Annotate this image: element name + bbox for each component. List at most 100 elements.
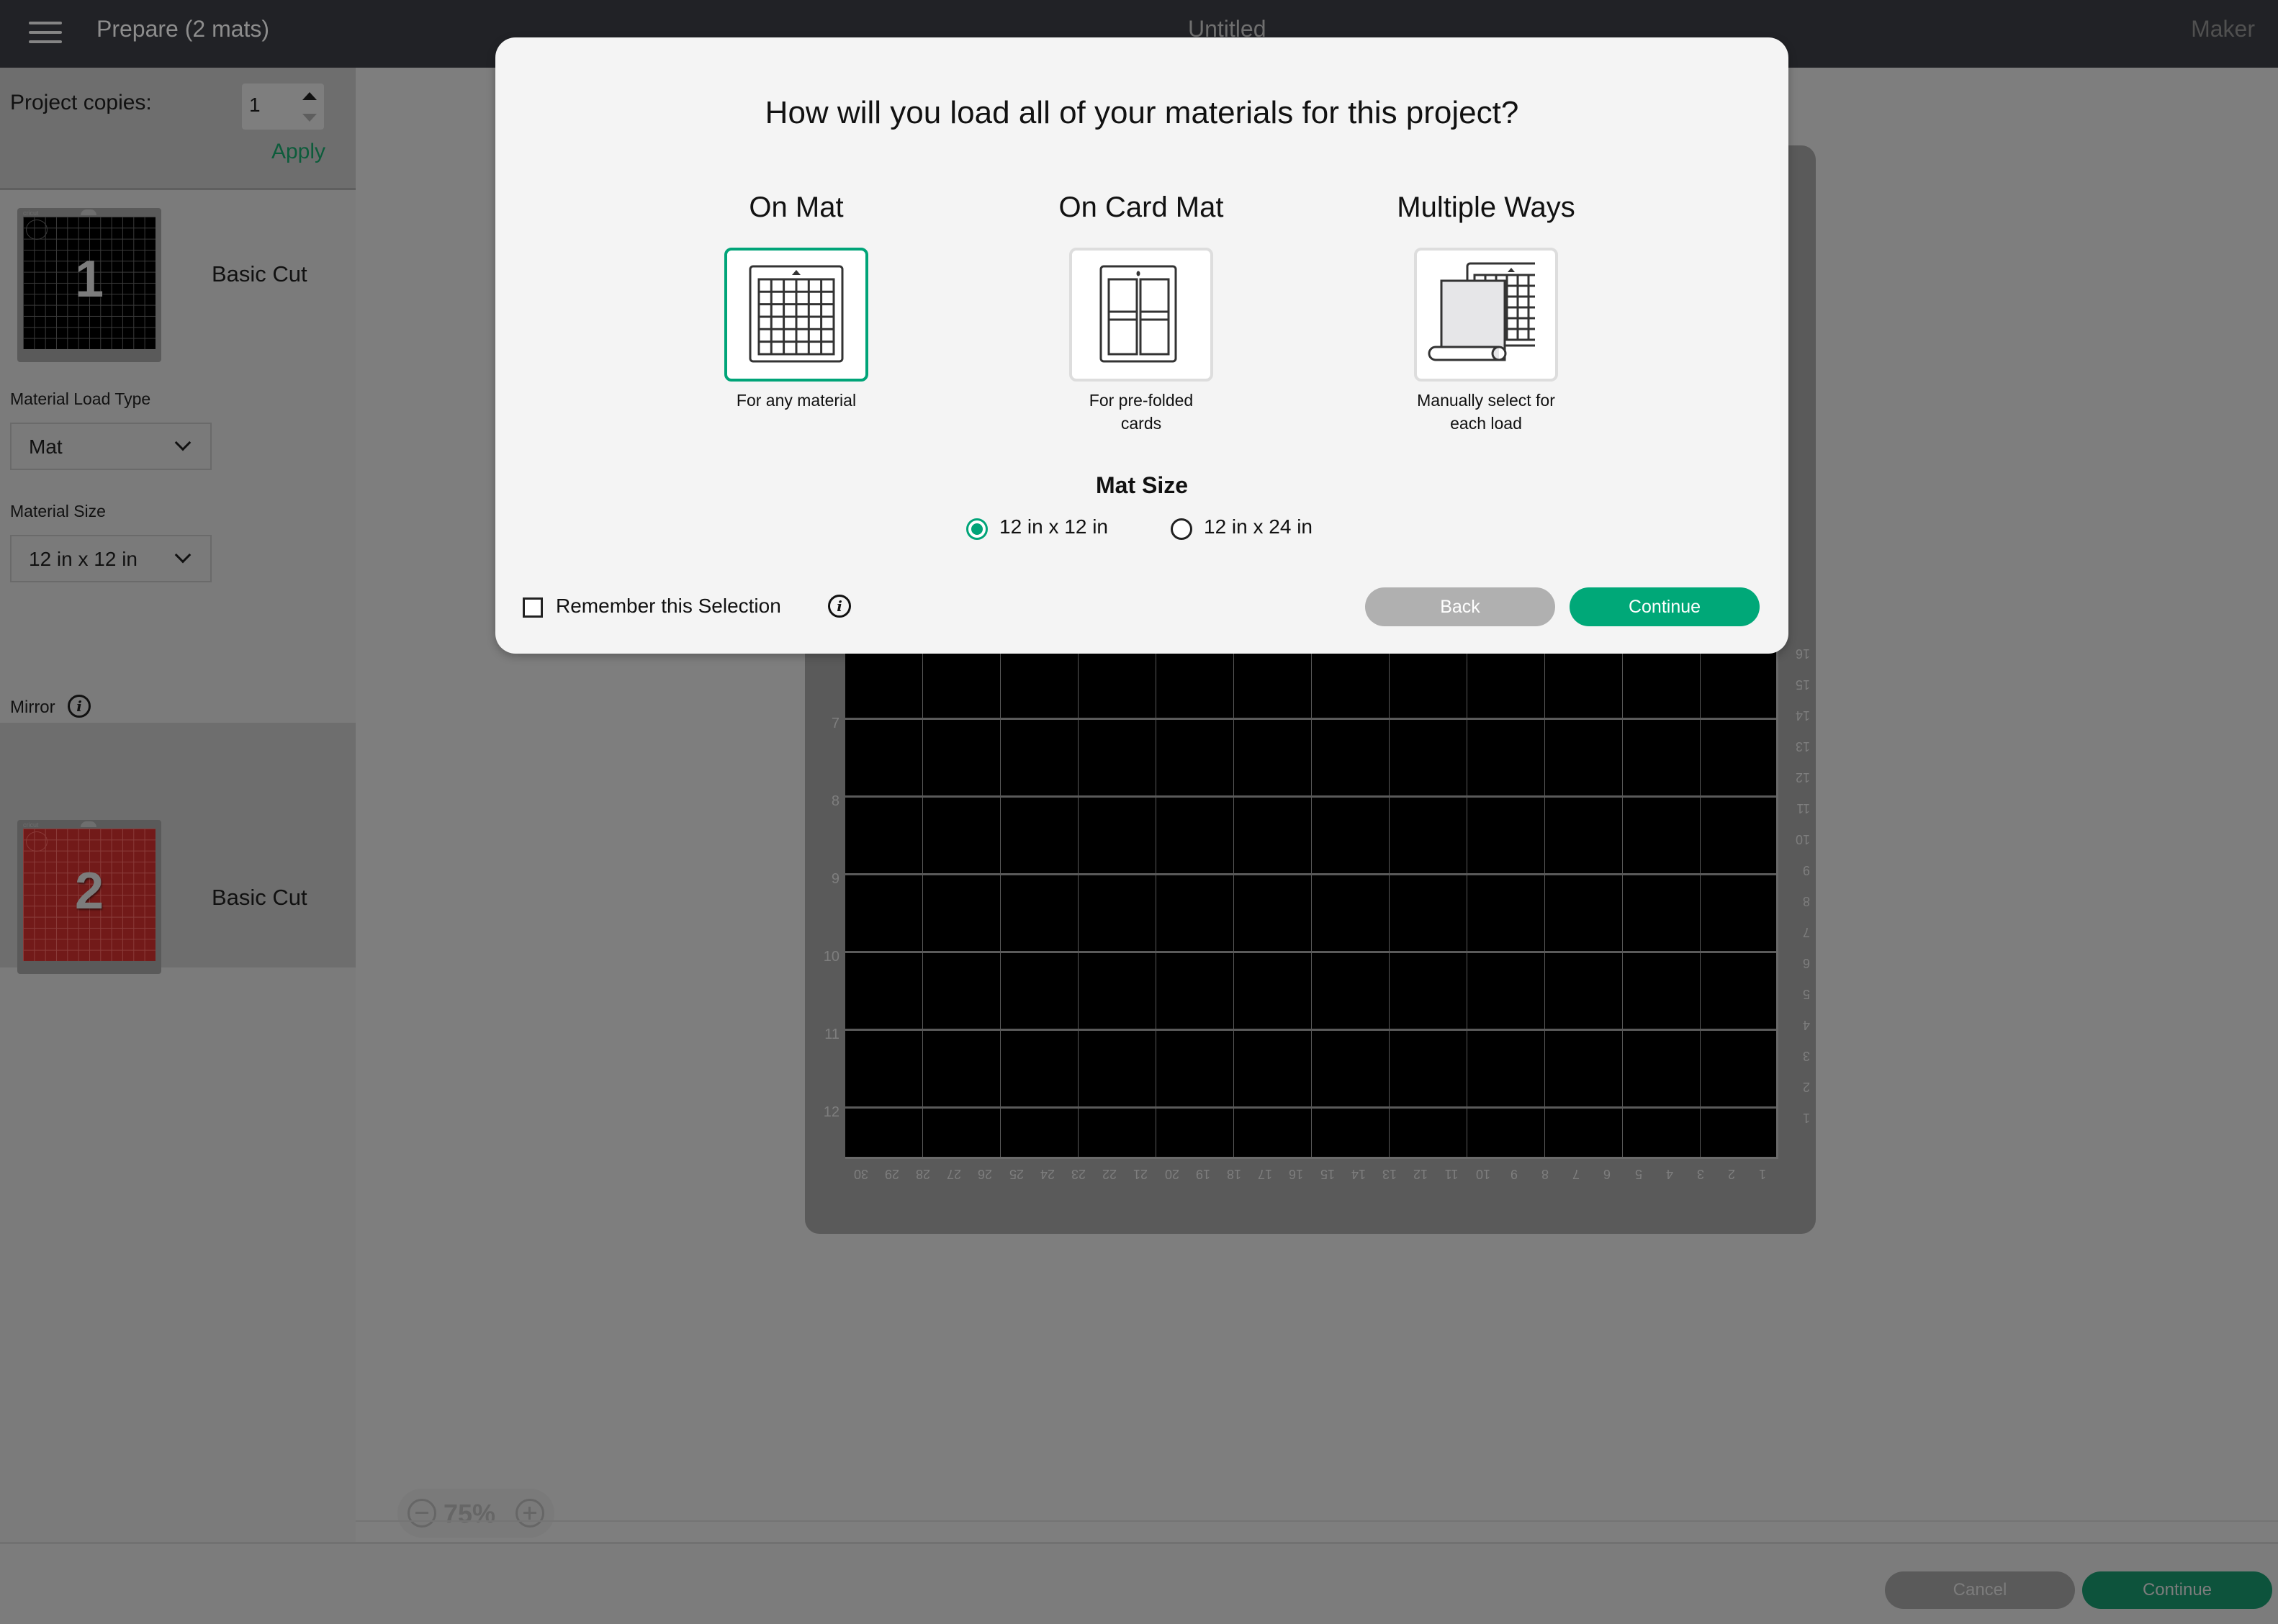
footer-bar: Cancel Continue	[0, 1542, 2278, 1624]
radio-label[interactable]: 12 in x 24 in	[1204, 515, 1313, 538]
mat-thumbnail[interactable]: cricut 1	[17, 208, 161, 362]
mat-operation: Basic Cut	[212, 885, 307, 910]
ruler-label: 28	[915, 1167, 931, 1181]
material-load-type-value: Mat	[29, 436, 63, 458]
ruler-label: 30	[853, 1167, 868, 1181]
cancel-button[interactable]: Cancel	[1885, 1571, 2075, 1609]
ruler-label: 1	[1759, 1167, 1767, 1181]
info-icon[interactable]: i	[828, 595, 851, 618]
ruler-label: 29	[884, 1167, 899, 1181]
ruler-label: 8	[1802, 894, 1810, 908]
option-description: Manually select for each load	[1417, 391, 1555, 433]
ruler-label: 11	[1796, 801, 1810, 816]
zoom-level: 75%	[444, 1499, 496, 1528]
dialog-heading: How will you load all of your materials …	[765, 95, 1519, 130]
mat-number: 2	[74, 862, 104, 920]
mat-thumbnail[interactable]: cricut 2	[17, 820, 161, 974]
ruler-label: 13	[1382, 1167, 1397, 1181]
increment-arrow-icon[interactable]	[302, 92, 317, 100]
ruler-label: 10	[823, 949, 839, 965]
load-materials-dialog: How will you load all of your materials …	[495, 37, 1788, 654]
ruler-label: 15	[1320, 1167, 1335, 1181]
option-multiple-ways-button[interactable]	[1414, 248, 1558, 382]
ruler-label: 20	[1164, 1167, 1179, 1181]
mat-card: cricut 1 Basic Cut Material Load Type Ma…	[0, 192, 356, 791]
zoom-out-icon[interactable]	[408, 1499, 436, 1528]
apply-button[interactable]: Apply	[271, 140, 325, 164]
material-size-select[interactable]: 12 in x 12 in	[10, 535, 212, 582]
mat-tab	[81, 209, 96, 215]
ruler-label: 14	[1795, 708, 1810, 723]
hamburger-menu-icon[interactable]	[29, 22, 62, 43]
ruler-label: 16	[1795, 646, 1810, 661]
project-copies-stepper[interactable]: 1	[242, 84, 324, 130]
ruler-label: 9	[831, 871, 839, 887]
mat-sidebar: Project copies: 1 Apply cricut 1 Basic C…	[0, 68, 356, 1542]
decrement-arrow-icon[interactable]	[302, 114, 317, 122]
zoom-control: 75%	[397, 1489, 554, 1538]
mat-size-radio-12x24[interactable]: 12 in x 24 in	[1171, 514, 1315, 543]
mat-grid-icon	[749, 265, 844, 363]
radio-button[interactable]	[1171, 518, 1192, 540]
ruler-label: 19	[1195, 1167, 1210, 1181]
project-copies-section: Project copies: 1 Apply	[0, 68, 356, 190]
continue-button[interactable]: Continue	[2082, 1571, 2272, 1609]
ruler-label: 4	[1802, 1018, 1810, 1032]
option-description: For any material	[736, 391, 857, 410]
option-description: For pre-folded cards	[1089, 391, 1194, 433]
ruler-label: 2	[1728, 1167, 1736, 1181]
mat-size-title: Mat Size	[1095, 472, 1189, 498]
remember-selection-label[interactable]: Remember this Selection	[556, 595, 781, 618]
ruler-label: 11	[824, 1027, 839, 1042]
machine-name[interactable]: Maker	[2191, 16, 2255, 42]
option-on-mat-button[interactable]	[724, 248, 868, 382]
divider	[356, 1520, 2278, 1522]
ruler-label: 10	[1475, 1167, 1490, 1181]
ruler-label: 23	[1071, 1167, 1086, 1181]
ruler-label: 7	[1572, 1167, 1580, 1181]
project-copies-value[interactable]: 1	[249, 94, 261, 117]
ruler-label: 1	[1802, 1111, 1810, 1125]
ruler-label: 8	[831, 793, 839, 809]
ruler-label: 5	[1802, 987, 1810, 1001]
ruler-label: 25	[1009, 1167, 1024, 1181]
mirror-label: Mirror	[10, 698, 55, 717]
design-shape	[26, 220, 48, 240]
ruler-label: 12	[1413, 1167, 1428, 1181]
zoom-in-icon[interactable]	[516, 1499, 544, 1528]
mat-tab	[81, 821, 96, 827]
ruler-label: 14	[1351, 1167, 1366, 1181]
ruler-label: 12	[823, 1104, 839, 1120]
ruler-label: 15	[1795, 677, 1810, 692]
back-button[interactable]: Back	[1365, 587, 1555, 626]
card-mat-icon	[1099, 265, 1177, 363]
ruler-label: 27	[947, 1167, 962, 1181]
radio-button[interactable]	[966, 518, 988, 540]
option-multiple-ways: Multiple Ways Manually select for each l…	[1335, 191, 1637, 435]
ruler-label: 16	[1289, 1167, 1304, 1181]
design-shape	[26, 831, 48, 852]
radio-label[interactable]: 12 in x 12 in	[999, 515, 1108, 538]
remember-selection-checkbox[interactable]	[523, 597, 543, 618]
material-load-type-select[interactable]: Mat	[10, 423, 212, 470]
option-title: Multiple Ways	[1397, 191, 1575, 223]
ruler-label: 24	[1040, 1167, 1055, 1181]
chevron-down-icon	[174, 434, 192, 451]
ruler-label: 6	[1802, 956, 1810, 970]
option-on-card-mat: On Card Mat For pre-folded cards	[990, 191, 1292, 435]
option-on-card-mat-button[interactable]	[1069, 248, 1213, 382]
ruler-label: 12	[1795, 770, 1810, 785]
info-icon[interactable]: i	[68, 695, 91, 718]
ruler-label: 4	[1665, 1167, 1673, 1181]
ruler-label: 18	[1226, 1167, 1242, 1181]
ruler-label: 9	[1802, 863, 1810, 878]
mat-size-radio-12x12[interactable]: 12 in x 12 in	[966, 514, 1110, 543]
mat-number: 1	[74, 251, 104, 308]
continue-button[interactable]: Continue	[1570, 587, 1760, 626]
mat-operation: Basic Cut	[212, 261, 307, 287]
multiple-load-icon	[1428, 262, 1535, 361]
chevron-down-icon	[174, 546, 192, 564]
mat-card: cricut 2 Basic Cut	[0, 723, 356, 974]
ruler-label: 17	[1258, 1167, 1273, 1181]
ruler-label: 26	[978, 1167, 993, 1181]
